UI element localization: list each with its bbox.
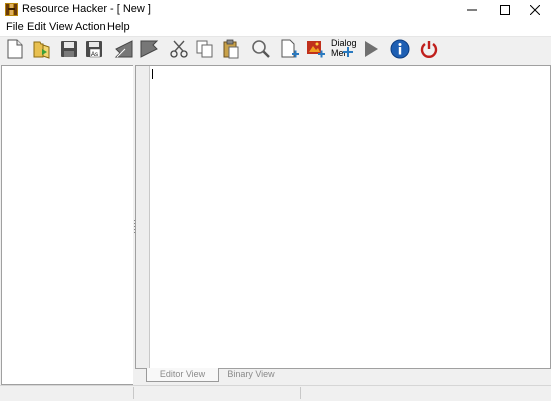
compile-button[interactable] [360,38,382,60]
script-editor[interactable] [135,65,551,369]
menu-view[interactable]: View [49,21,73,33]
tab-binary-view[interactable]: Binary View [226,368,276,381]
cut-button[interactable] [168,38,190,60]
resource-tree-pane[interactable] [1,65,134,385]
back-arrow-icon [114,40,133,58]
add-image-resource-icon [307,41,325,58]
find-button[interactable] [250,38,272,60]
maximize-button[interactable] [488,0,521,20]
line-number-gutter [136,66,150,368]
menu-help[interactable]: Help [107,21,130,33]
menu-bar: File Edit View Action Help [0,20,551,36]
toolbar: As Dialog Mer [0,36,551,63]
svg-text:As: As [91,52,98,58]
save-as-icon: As [86,41,102,58]
close-button[interactable] [518,0,551,20]
status-divider [300,387,301,399]
save-as-button[interactable]: As [83,38,105,60]
status-divider [133,387,134,399]
text-caret [152,69,153,79]
exit-button[interactable] [418,38,440,60]
save-button[interactable] [58,38,80,60]
forward-arrow-icon [140,40,159,58]
menu-edit[interactable]: Edit [27,21,46,33]
save-icon [61,41,77,57]
play-icon [365,41,378,57]
open-button[interactable] [30,38,52,60]
back-button[interactable] [113,38,135,60]
content-area: Editor View Binary View [0,63,551,400]
maximize-icon [499,5,510,15]
add-image-resource-button[interactable] [305,38,327,60]
paste-icon [223,39,239,59]
search-icon [252,40,270,58]
copy-icon [196,40,213,58]
power-icon [420,41,438,58]
minimize-button[interactable] [455,0,488,20]
minimize-icon [466,9,477,11]
menu-action[interactable]: Action [75,21,106,33]
tab-editor-view[interactable]: Editor View [146,368,219,382]
resource-hacker-app-icon [5,3,18,16]
add-blank-resource-icon [281,39,299,58]
cut-icon [170,40,188,58]
open-folder-icon [33,41,50,59]
new-button[interactable] [4,38,26,60]
add-blank-resource-button[interactable] [279,38,301,60]
menu-file[interactable]: File [6,21,24,33]
new-file-icon [7,39,23,59]
about-button[interactable] [389,38,411,60]
copy-button[interactable] [194,38,216,60]
forward-button[interactable] [138,38,160,60]
editor-tab-bar: Editor View Binary View [136,368,549,382]
paste-button[interactable] [220,38,242,60]
status-bar [0,385,551,401]
info-icon [390,39,410,59]
close-icon [529,5,540,15]
dialog-menu-icon [343,47,353,57]
title-bar: Resource Hacker - [ New ] [0,0,551,20]
window-title: Resource Hacker - [ New ] [22,3,151,15]
